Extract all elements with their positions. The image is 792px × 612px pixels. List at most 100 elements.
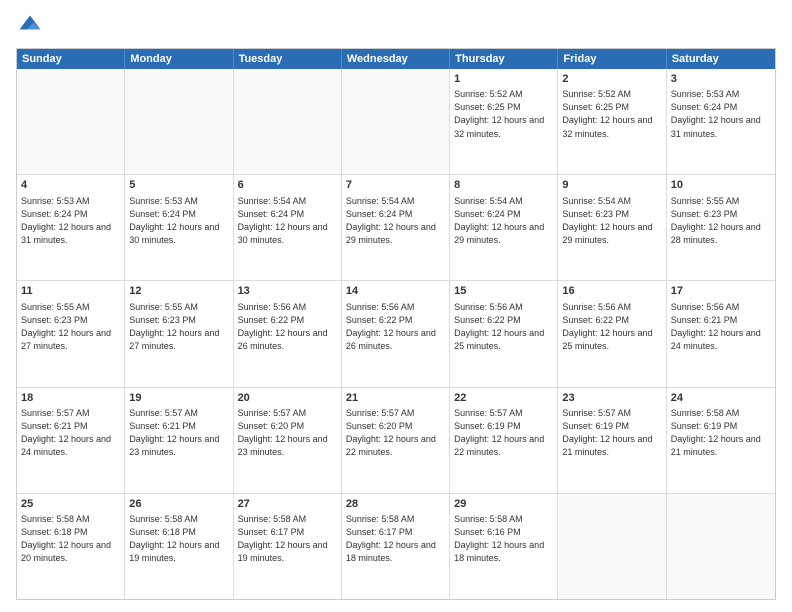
cell-info: Sunrise: 5:57 AMSunset: 6:20 PMDaylight:… (346, 407, 445, 459)
day-number: 23 (562, 391, 661, 406)
calendar-row-2: 4 Sunrise: 5:53 AMSunset: 6:24 PMDaylight… (17, 175, 775, 281)
cell-info: Sunrise: 5:58 AMSunset: 6:17 PMDaylight:… (346, 513, 445, 565)
calendar-cell: 13 Sunrise: 5:56 AMSunset: 6:22 PMDayligh… (234, 281, 342, 386)
day-header-monday: Monday (125, 49, 233, 69)
cell-info: Sunrise: 5:58 AMSunset: 6:18 PMDaylight:… (129, 513, 228, 565)
calendar-cell: 22Sunrise: 5:57 AMSunset: 6:19 PMDayligh… (450, 388, 558, 493)
day-number: 22 (454, 391, 553, 406)
cell-info: Sunrise: 5:56 AMSunset: 6:22 PMDaylight:… (454, 301, 553, 353)
cell-info: Sunrise: 5:54 AMSunset: 6:24 PMDaylight:… (454, 195, 553, 247)
cell-info: Sunrise: 5:58 AMSunset: 6:17 PMDaylight:… (238, 513, 337, 565)
day-number: 12 (129, 284, 228, 299)
cell-info: Sunrise: 5:58 AMSunset: 6:18 PMDaylight:… (21, 513, 120, 565)
calendar-cell (342, 69, 450, 174)
calendar-cell: 27Sunrise: 5:58 AMSunset: 6:17 PMDayligh… (234, 494, 342, 599)
day-number: 17 (671, 284, 771, 299)
calendar-cell: 17 Sunrise: 5:56 AMSunset: 6:21 PMDayligh… (667, 281, 775, 386)
logo (16, 12, 48, 40)
calendar-cell: 7 Sunrise: 5:54 AMSunset: 6:24 PMDaylight… (342, 175, 450, 280)
cell-info: Sunrise: 5:57 AMSunset: 6:19 PMDaylight:… (562, 407, 661, 459)
calendar-cell: 8 Sunrise: 5:54 AMSunset: 6:24 PMDaylight… (450, 175, 558, 280)
cell-info: Sunrise: 5:58 AMSunset: 6:19 PMDaylight:… (671, 407, 771, 459)
calendar-row-4: 18 Sunrise: 5:57 AMSunset: 6:21 PMDayligh… (17, 388, 775, 494)
calendar-cell: 10 Sunrise: 5:55 AMSunset: 6:23 PMDayligh… (667, 175, 775, 280)
cell-info: Sunrise: 5:57 AMSunset: 6:20 PMDaylight:… (238, 407, 337, 459)
day-header-thursday: Thursday (450, 49, 558, 69)
day-number: 21 (346, 391, 445, 406)
calendar-cell: 18Sunrise: 5:57 AMSunset: 6:21 PMDayligh… (17, 388, 125, 493)
cell-info: Sunrise: 5:54 AMSunset: 6:23 PMDaylight:… (562, 195, 661, 247)
day-number: 10 (671, 178, 771, 193)
day-number: 4 (21, 178, 120, 193)
day-header-wednesday: Wednesday (342, 49, 450, 69)
day-number: 13 (238, 284, 337, 299)
calendar-cell (234, 69, 342, 174)
cell-info: Sunrise: 5:56 AMSunset: 6:22 PMDaylight:… (562, 301, 661, 353)
cell-info: Sunrise: 5:57 AMSunset: 6:21 PMDaylight:… (129, 407, 228, 459)
calendar-cell (667, 494, 775, 599)
day-number: 9 (562, 178, 661, 193)
day-header-sunday: Sunday (17, 49, 125, 69)
day-number: 19 (129, 391, 228, 406)
calendar-row-1: 1 Sunrise: 5:52 AMSunset: 6:25 PMDaylight… (17, 69, 775, 175)
logo-icon (16, 12, 44, 40)
cell-info: Sunrise: 5:55 AMSunset: 6:23 PMDaylight:… (129, 301, 228, 353)
day-number: 24 (671, 391, 771, 406)
calendar: SundayMondayTuesdayWednesdayThursdayFrid… (16, 48, 776, 600)
calendar-cell: 5 Sunrise: 5:53 AMSunset: 6:24 PMDaylight… (125, 175, 233, 280)
calendar-cell: 20Sunrise: 5:57 AMSunset: 6:20 PMDayligh… (234, 388, 342, 493)
cell-info: Sunrise: 5:53 AMSunset: 6:24 PMDaylight:… (129, 195, 228, 247)
calendar-cell: 6Sunrise: 5:54 AMSunset: 6:24 PMDaylight… (234, 175, 342, 280)
calendar-header: SundayMondayTuesdayWednesdayThursdayFrid… (17, 49, 775, 69)
calendar-cell: 23Sunrise: 5:57 AMSunset: 6:19 PMDayligh… (558, 388, 666, 493)
calendar-cell: 3Sunrise: 5:53 AMSunset: 6:24 PMDaylight… (667, 69, 775, 174)
calendar-cell: 29Sunrise: 5:58 AMSunset: 6:16 PMDayligh… (450, 494, 558, 599)
day-number: 14 (346, 284, 445, 299)
calendar-cell: 14 Sunrise: 5:56 AMSunset: 6:22 PMDayligh… (342, 281, 450, 386)
day-number: 20 (238, 391, 337, 406)
day-number: 11 (21, 284, 120, 299)
calendar-row-5: 25Sunrise: 5:58 AMSunset: 6:18 PMDayligh… (17, 494, 775, 599)
cell-info: Sunrise: 5:56 AMSunset: 6:21 PMDaylight:… (671, 301, 771, 353)
cell-info: Sunrise: 5:56 AMSunset: 6:22 PMDaylight:… (346, 301, 445, 353)
cell-info: Sunrise: 5:54 AMSunset: 6:24 PMDaylight:… (346, 195, 445, 247)
page: SundayMondayTuesdayWednesdayThursdayFrid… (0, 0, 792, 612)
day-header-saturday: Saturday (667, 49, 775, 69)
calendar-cell: 1Sunrise: 5:52 AMSunset: 6:25 PMDaylight… (450, 69, 558, 174)
cell-info: Sunrise: 5:52 AMSunset: 6:25 PMDaylight:… (562, 88, 661, 140)
calendar-cell: 4 Sunrise: 5:53 AMSunset: 6:24 PMDaylight… (17, 175, 125, 280)
day-number: 29 (454, 497, 553, 512)
day-number: 25 (21, 497, 120, 512)
calendar-cell: 12 Sunrise: 5:55 AMSunset: 6:23 PMDayligh… (125, 281, 233, 386)
day-header-tuesday: Tuesday (234, 49, 342, 69)
day-number: 2 (562, 72, 661, 87)
cell-info: Sunrise: 5:58 AMSunset: 6:16 PMDaylight:… (454, 513, 553, 565)
day-number: 16 (562, 284, 661, 299)
calendar-cell: 28Sunrise: 5:58 AMSunset: 6:17 PMDayligh… (342, 494, 450, 599)
calendar-body: 1 Sunrise: 5:52 AMSunset: 6:25 PMDaylight… (17, 69, 775, 599)
day-number: 27 (238, 497, 337, 512)
day-number: 28 (346, 497, 445, 512)
calendar-cell: 11 Sunrise: 5:55 AMSunset: 6:23 PMDayligh… (17, 281, 125, 386)
cell-info: Sunrise: 5:54 AMSunset: 6:24 PMDaylight:… (238, 195, 337, 247)
cell-info: Sunrise: 5:56 AMSunset: 6:22 PMDaylight:… (238, 301, 337, 353)
calendar-cell (17, 69, 125, 174)
cell-info: Sunrise: 5:55 AMSunset: 6:23 PMDaylight:… (671, 195, 771, 247)
day-number: 26 (129, 497, 228, 512)
day-number: 5 (129, 178, 228, 193)
calendar-cell: 26Sunrise: 5:58 AMSunset: 6:18 PMDayligh… (125, 494, 233, 599)
calendar-cell: 16 Sunrise: 5:56 AMSunset: 6:22 PMDayligh… (558, 281, 666, 386)
header (16, 12, 776, 40)
day-number: 18 (21, 391, 120, 406)
calendar-cell: 21Sunrise: 5:57 AMSunset: 6:20 PMDayligh… (342, 388, 450, 493)
calendar-cell: 24Sunrise: 5:58 AMSunset: 6:19 PMDayligh… (667, 388, 775, 493)
calendar-cell: 9 Sunrise: 5:54 AMSunset: 6:23 PMDaylight… (558, 175, 666, 280)
calendar-cell: 2Sunrise: 5:52 AMSunset: 6:25 PMDaylight… (558, 69, 666, 174)
day-number: 1 (454, 72, 553, 87)
day-number: 15 (454, 284, 553, 299)
cell-info: Sunrise: 5:55 AMSunset: 6:23 PMDaylight:… (21, 301, 120, 353)
calendar-cell (558, 494, 666, 599)
cell-info: Sunrise: 5:53 AMSunset: 6:24 PMDaylight:… (21, 195, 120, 247)
day-number: 7 (346, 178, 445, 193)
day-number: 8 (454, 178, 553, 193)
